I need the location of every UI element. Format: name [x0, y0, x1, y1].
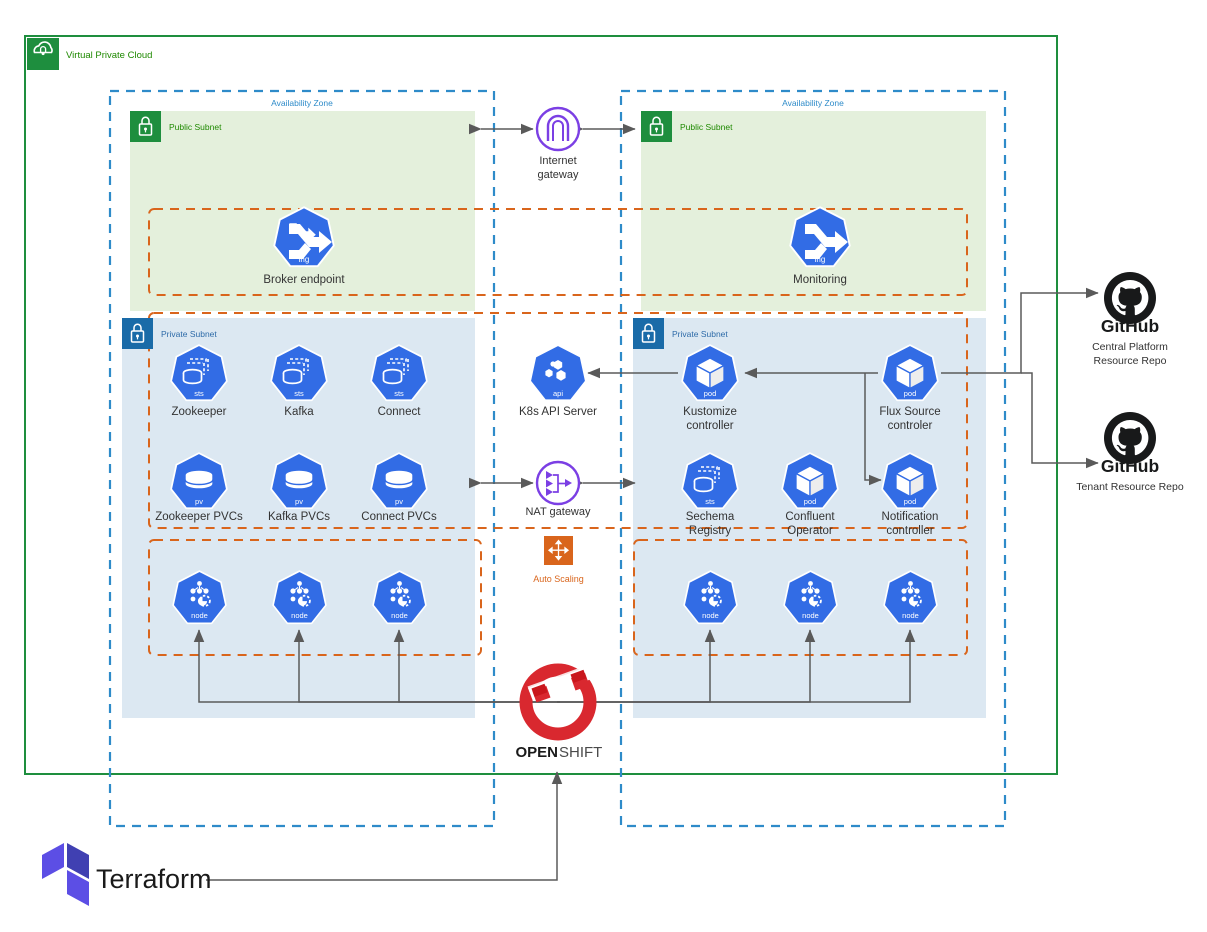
private-subnet-right-badge [633, 318, 664, 349]
connect-pvcs-badge: pv [395, 497, 403, 506]
kafka-pvcs-label: Kafka PVCs [268, 511, 330, 523]
node-notification-controller[interactable]: pod Notification controller [881, 452, 939, 537]
public-subnet-left-label: Public Subnet [169, 122, 222, 132]
node-monitoring[interactable]: ing Monitoring [789, 206, 851, 286]
worker-node-l1-badge: node [191, 611, 208, 620]
github-central-logo-text: GitHub [1101, 316, 1159, 336]
monitoring-label: Monitoring [793, 274, 847, 286]
flux-source-controller-badge: pod [904, 389, 917, 398]
nat-gateway-label: NAT gateway [525, 506, 591, 518]
zookeeper-badge: sts [194, 389, 204, 398]
worker-node-l3-badge: node [391, 611, 408, 620]
kafka-badge: sts [294, 389, 304, 398]
flux-source-controller-label-2: controler [888, 420, 933, 432]
notification-controller-label-1: Notification [882, 511, 939, 523]
worker-node-l2-badge: node [291, 611, 308, 620]
github-tenant-label: Tenant Resource Repo [1076, 481, 1184, 493]
zookeeper-pvcs-badge: pv [195, 497, 203, 506]
internet-gateway[interactable]: Internet gateway [535, 106, 581, 181]
openshift-text-bold: OPEN [515, 744, 558, 761]
public-subnet-left-badge [130, 111, 161, 142]
monitoring-badge: ing [815, 255, 826, 264]
private-subnet-left-badge [122, 318, 153, 349]
github-central-label-2: Resource Repo [1094, 355, 1167, 367]
vpc-icon-badge [27, 38, 59, 70]
connect-pvcs-label: Connect PVCs [361, 511, 437, 523]
worker-node-r1-badge: node [702, 611, 719, 620]
zookeeper-label: Zookeeper [172, 406, 227, 418]
kafka-pvcs-badge: pv [295, 497, 303, 506]
kafka-label: Kafka [284, 406, 314, 418]
confluent-operator-badge: pod [804, 497, 817, 506]
confluent-operator-label-2: Operator [787, 525, 833, 537]
node-confluent-operator[interactable]: pod Confluent Operator [781, 452, 839, 537]
github-tenant-logo-text: GitHub [1101, 456, 1159, 476]
worker-node-r3-badge: node [902, 611, 919, 620]
connect-label: Connect [378, 406, 422, 418]
openshift-text-light: SHIFT [559, 744, 602, 761]
node-schema-registry[interactable]: sts Sechema Registry [681, 452, 739, 537]
github-central-label-1: Central Platform [1092, 341, 1168, 353]
confluent-operator-label-1: Confluent [785, 511, 835, 523]
internet-gateway-label-1: Internet [539, 155, 576, 167]
kustomize-controller-badge: pod [704, 389, 717, 398]
notification-controller-label-2: controller [886, 525, 933, 537]
k8s-api-server-badge: api [553, 389, 563, 398]
flux-source-controller-label-1: Flux Source [879, 406, 940, 418]
zookeeper-pvcs-label: Zookeeper PVCs [155, 511, 243, 523]
schema-registry-label-1: Sechema [686, 511, 735, 523]
k8s-api-server-label: K8s API Server [519, 406, 597, 418]
auto-scaling-label: Auto Scaling [533, 574, 584, 584]
node-kafka-pvcs[interactable]: pv Kafka PVCs [268, 452, 330, 523]
broker-endpoint-badge: ing [299, 255, 310, 264]
worker-node-r2-badge: node [802, 611, 819, 620]
private-subnet-left-label: Private Subnet [161, 329, 217, 339]
schema-registry-badge: sts [705, 497, 715, 506]
internet-gateway-label-2: gateway [538, 169, 579, 181]
availability-zone-left-label: Availability Zone [271, 98, 333, 108]
notification-controller-badge: pod [904, 497, 917, 506]
public-subnet-right-badge [641, 111, 672, 142]
kustomize-controller-label-1: Kustomize [683, 406, 737, 418]
architecture-diagram: Virtual Private Cloud Availability Zone … [0, 0, 1207, 932]
connect-badge: sts [394, 389, 404, 398]
vpc-label: Virtual Private Cloud [66, 50, 152, 61]
schema-registry-label-2: Registry [689, 525, 731, 537]
kustomize-controller-label-2: controller [686, 420, 733, 432]
private-subnet-right-label: Private Subnet [672, 329, 728, 339]
node-zookeeper[interactable]: sts Zookeeper [170, 344, 228, 418]
broker-endpoint-label: Broker endpoint [263, 274, 345, 286]
availability-zone-right-label: Availability Zone [782, 98, 844, 108]
node-connect[interactable]: sts Connect [370, 344, 428, 418]
terraform-label: Terraform [96, 864, 212, 894]
public-subnet-right-label: Public Subnet [680, 122, 733, 132]
